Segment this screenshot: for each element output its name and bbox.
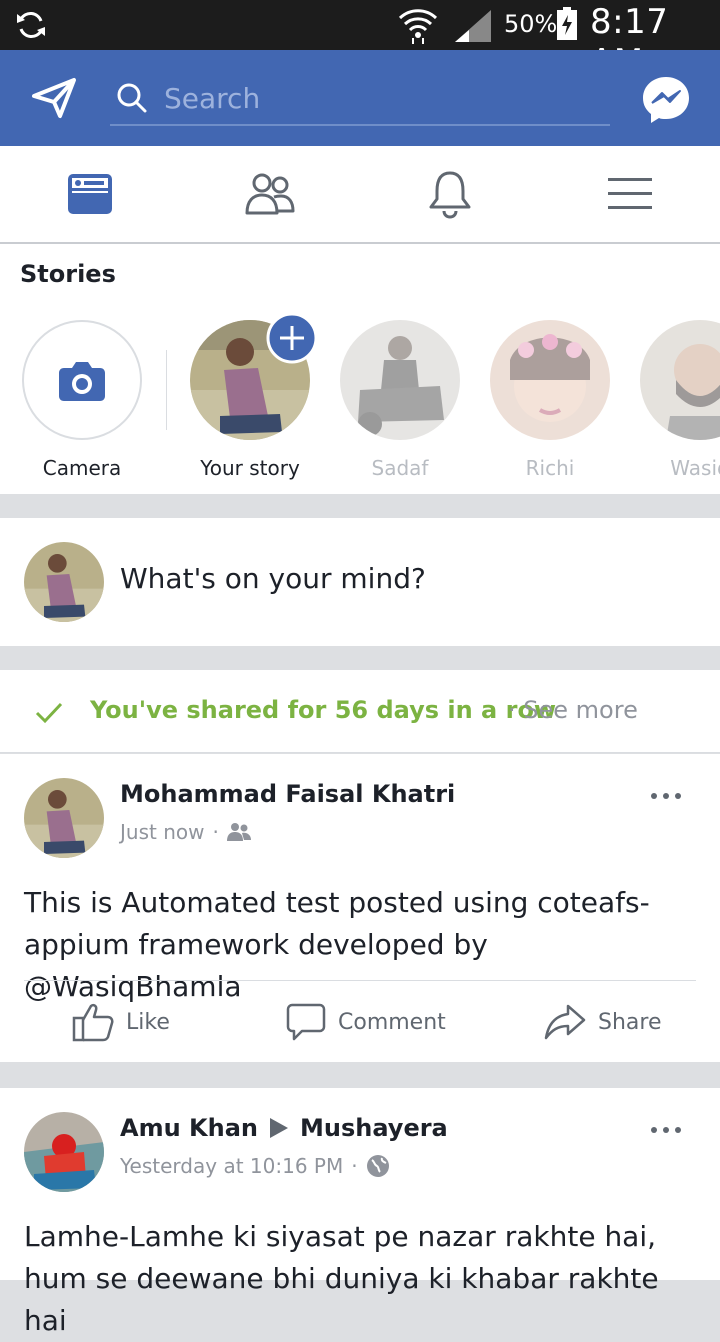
post-author[interactable]: Mohammad Faisal Khatri [120,780,455,808]
share-button[interactable]: Share [544,981,662,1063]
story-photo [340,320,460,440]
post-author-line: Amu Khan Mushayera [120,1114,448,1142]
check-icon [35,702,63,724]
camera-circle [22,320,142,440]
search-bar[interactable] [110,72,610,126]
streak-message: You've shared for 56 days in a row [90,696,557,724]
news-feed-icon [68,174,112,214]
story-your-story[interactable]: Your story [190,312,318,480]
story-avatar [640,320,720,440]
battery-icon [557,7,577,40]
bell-icon [429,171,471,219]
sync-icon [17,12,45,38]
friends-icon [245,173,295,215]
top-bar [0,50,720,146]
post-time[interactable]: Just now [120,820,204,844]
comment-label: Comment [338,1009,446,1035]
status-bar: 50% 8:17 AM [0,0,720,82]
camera-icon [59,362,105,401]
post-meta: Just now · [120,820,251,844]
tab-friends[interactable] [210,146,330,242]
post-composer[interactable]: What's on your mind? [0,518,720,646]
send-icon[interactable] [30,74,78,122]
wifi-icon [398,9,438,44]
like-icon [72,1003,114,1042]
story-wasiq[interactable]: Wasiq [640,320,720,480]
more-options-icon[interactable] [648,1120,688,1140]
story-label: Wasiq [670,456,720,480]
composer-prompt[interactable]: What's on your mind? [120,562,426,595]
story-sadaf[interactable]: Sadaf [340,320,460,480]
avatar[interactable] [24,778,104,858]
like-label: Like [126,1009,170,1035]
avatar-photo [24,1112,104,1192]
tab-notifications[interactable] [390,146,510,242]
story-label: Camera [42,456,122,480]
post-text: Lamhe-Lamhe ki siyasat pe nazar rakhte h… [24,1220,659,1337]
nav-bar [0,146,720,244]
play-arrow-icon [270,1118,288,1138]
like-button[interactable]: Like [72,981,170,1063]
avatar [24,542,104,622]
post-author[interactable]: Amu Khan [120,1114,258,1142]
avatar-photo [24,778,104,858]
story-camera[interactable]: Camera [22,320,142,480]
comment-button[interactable]: Comment [286,981,446,1063]
avatar-photo [24,542,104,622]
share-label: Share [598,1009,662,1035]
story-label: Richi [525,456,575,480]
more-options-icon[interactable] [648,786,688,806]
share-icon [544,1004,586,1040]
meta-separator: · [351,1154,358,1178]
feed-post: Amu Khan Mushayera Yesterday at 10:16 PM… [0,1088,720,1337]
friends-icon [226,823,251,841]
post-target[interactable]: Mushayera [300,1114,448,1142]
stories-divider [166,350,167,430]
story-photo [640,320,720,440]
tab-menu[interactable] [570,146,690,242]
story-avatar [490,320,610,440]
search-icon [117,83,147,113]
stories-title: Stories [20,260,116,288]
post-time[interactable]: Yesterday at 10:16 PM [120,1154,343,1178]
story-richi[interactable]: Richi [490,320,610,480]
story-label: Your story [200,456,300,480]
post-meta: Yesterday at 10:16 PM · [120,1154,390,1178]
search-input[interactable] [164,78,594,118]
stories-section: Stories Camera Your story Sadaf Richi Wa… [0,244,720,494]
battery-percent: 50% [504,10,558,38]
tab-news-feed[interactable] [30,146,150,242]
signal-icon [455,10,491,42]
globe-icon [366,1155,389,1177]
add-icon[interactable] [266,312,318,364]
see-more-link[interactable]: · See more [508,696,638,724]
story-photo [490,320,610,440]
see-more-label: See more [523,696,638,724]
comment-icon [286,1003,326,1041]
meta-separator: · [212,820,219,844]
feed-post: Mohammad Faisal Khatri Just now · This i… [0,754,720,1062]
hamburger-icon [608,178,652,209]
streak-banner: You've shared for 56 days in a row · See… [0,670,720,753]
streak-separator: · [508,696,516,724]
avatar[interactable] [24,1112,104,1192]
messenger-icon[interactable] [640,74,692,126]
story-avatar [340,320,460,440]
post-actions: Like Comment Share [24,980,696,1063]
story-label: Sadaf [371,456,429,480]
